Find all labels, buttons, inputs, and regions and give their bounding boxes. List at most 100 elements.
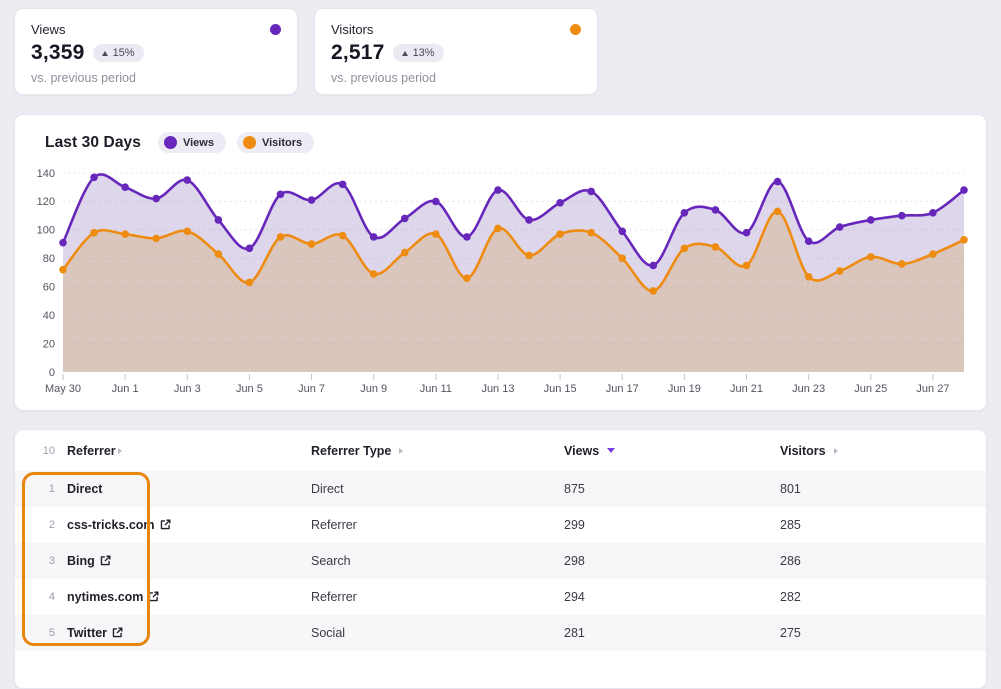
visitors-data-point[interactable] (494, 225, 502, 233)
views-data-point[interactable] (525, 216, 533, 224)
referrer-cell: 3 Bing (33, 554, 311, 568)
views-data-point[interactable] (308, 196, 316, 204)
views-cell: 281 (564, 626, 780, 640)
views-data-point[interactable] (339, 181, 347, 189)
visitors-data-point[interactable] (183, 227, 191, 235)
visitors-data-point[interactable] (774, 208, 782, 216)
visitors-data-point[interactable] (121, 230, 129, 238)
column-header-visitors[interactable]: Visitors (780, 444, 968, 458)
visitors-data-point[interactable] (650, 287, 658, 295)
visitors-data-point[interactable] (370, 270, 378, 278)
referrer-link[interactable]: Twitter (67, 626, 123, 640)
views-data-point[interactable] (712, 206, 720, 214)
views-data-point[interactable] (867, 216, 875, 224)
referrer-link[interactable]: Direct (67, 482, 102, 496)
views-data-point[interactable] (774, 178, 782, 186)
stat-card-views[interactable]: Views 3,359 15% vs. previous period (14, 8, 298, 95)
external-link-icon (160, 519, 171, 530)
table-row: 5 Twitter Social 281 275 (15, 615, 986, 651)
referrer-cell: 5 Twitter (33, 626, 311, 640)
views-data-point[interactable] (183, 176, 191, 184)
views-data-point[interactable] (556, 199, 564, 207)
visitors-data-point[interactable] (898, 260, 906, 268)
comparison-note: vs. previous period (31, 71, 281, 85)
views-data-point[interactable] (743, 229, 751, 237)
visitors-data-point[interactable] (867, 253, 875, 261)
x-tick-label: Jun 23 (792, 383, 825, 395)
visitors-value: 282 (780, 590, 801, 604)
views-data-point[interactable] (681, 209, 689, 217)
y-tick-label: 40 (43, 310, 55, 322)
views-data-point[interactable] (90, 173, 98, 181)
referrer-link[interactable]: nytimes.com (67, 590, 159, 604)
visitors-data-point[interactable] (432, 230, 440, 238)
visitors-data-point[interactable] (59, 266, 67, 274)
visitors-data-point[interactable] (556, 230, 564, 238)
visitors-data-point[interactable] (712, 243, 720, 251)
referrer-link[interactable]: css-tricks.com (67, 518, 171, 532)
visitors-data-point[interactable] (805, 273, 813, 281)
referrer-type: Search (311, 554, 351, 568)
visitors-data-point[interactable] (308, 240, 316, 248)
views-data-point[interactable] (215, 216, 223, 224)
table-row: 1 Direct Direct 875 801 (15, 471, 986, 507)
column-header-referrer-type[interactable]: Referrer Type (311, 444, 564, 458)
visitors-data-point[interactable] (90, 229, 98, 237)
visitors-data-point[interactable] (215, 250, 223, 258)
x-tick-label: Jun 9 (360, 383, 387, 395)
stat-card-visitors[interactable]: Visitors 2,517 13% vs. previous period (314, 8, 598, 95)
column-label: Visitors (780, 444, 826, 458)
visitors-data-point[interactable] (339, 232, 347, 240)
sort-arrow-icon (118, 448, 122, 454)
column-header-views[interactable]: Views (564, 444, 780, 458)
views-data-point[interactable] (929, 209, 937, 217)
comparison-note: vs. previous period (331, 71, 581, 85)
views-data-point[interactable] (960, 186, 968, 194)
column-header-referrer[interactable]: 10 Referrer (33, 444, 311, 458)
visitors-data-point[interactable] (681, 245, 689, 253)
referrer-type-cell: Referrer (311, 518, 564, 532)
legend-pill-views[interactable]: Views (158, 132, 226, 153)
visitors-data-point[interactable] (587, 229, 595, 237)
views-data-point[interactable] (494, 186, 502, 194)
views-data-point[interactable] (432, 198, 440, 206)
visitors-data-point[interactable] (277, 233, 285, 241)
visitors-data-point[interactable] (525, 252, 533, 260)
views-data-point[interactable] (650, 262, 658, 270)
views-data-point[interactable] (805, 237, 813, 245)
timeseries-chart[interactable]: 020406080100120140May 30Jun 1Jun 3Jun 5J… (15, 160, 988, 410)
visitors-data-point[interactable] (246, 279, 254, 287)
stat-value: 2,517 (331, 41, 385, 65)
visitors-legend-dot-icon (243, 136, 256, 149)
views-data-point[interactable] (59, 239, 67, 247)
views-data-point[interactable] (836, 223, 844, 231)
x-tick-label: Jun 25 (854, 383, 887, 395)
up-arrow-icon (402, 51, 408, 56)
sort-desc-arrow-icon (607, 448, 615, 453)
x-tick-label: Jun 7 (298, 383, 325, 395)
legend-pill-visitors[interactable]: Visitors (237, 132, 314, 153)
column-label: Referrer Type (311, 444, 391, 458)
referrer-link[interactable]: Bing (67, 554, 111, 568)
views-data-point[interactable] (587, 188, 595, 196)
views-data-point[interactable] (618, 227, 626, 235)
views-data-point[interactable] (246, 245, 254, 253)
views-data-point[interactable] (401, 215, 409, 223)
referrer-name: Twitter (67, 626, 107, 640)
visitors-data-point[interactable] (836, 267, 844, 275)
chart-card: Last 30 Days Views Visitors 020406080100… (14, 114, 987, 411)
visitors-data-point[interactable] (463, 274, 471, 282)
visitors-data-point[interactable] (618, 254, 626, 262)
visitors-data-point[interactable] (401, 249, 409, 257)
views-data-point[interactable] (121, 183, 129, 191)
visitors-data-point[interactable] (960, 236, 968, 244)
referrer-type: Referrer (311, 518, 357, 532)
visitors-data-point[interactable] (743, 262, 751, 270)
views-data-point[interactable] (152, 195, 160, 203)
views-data-point[interactable] (370, 233, 378, 241)
views-data-point[interactable] (463, 233, 471, 241)
views-data-point[interactable] (898, 212, 906, 220)
visitors-data-point[interactable] (152, 235, 160, 243)
visitors-data-point[interactable] (929, 250, 937, 258)
views-data-point[interactable] (277, 191, 285, 199)
